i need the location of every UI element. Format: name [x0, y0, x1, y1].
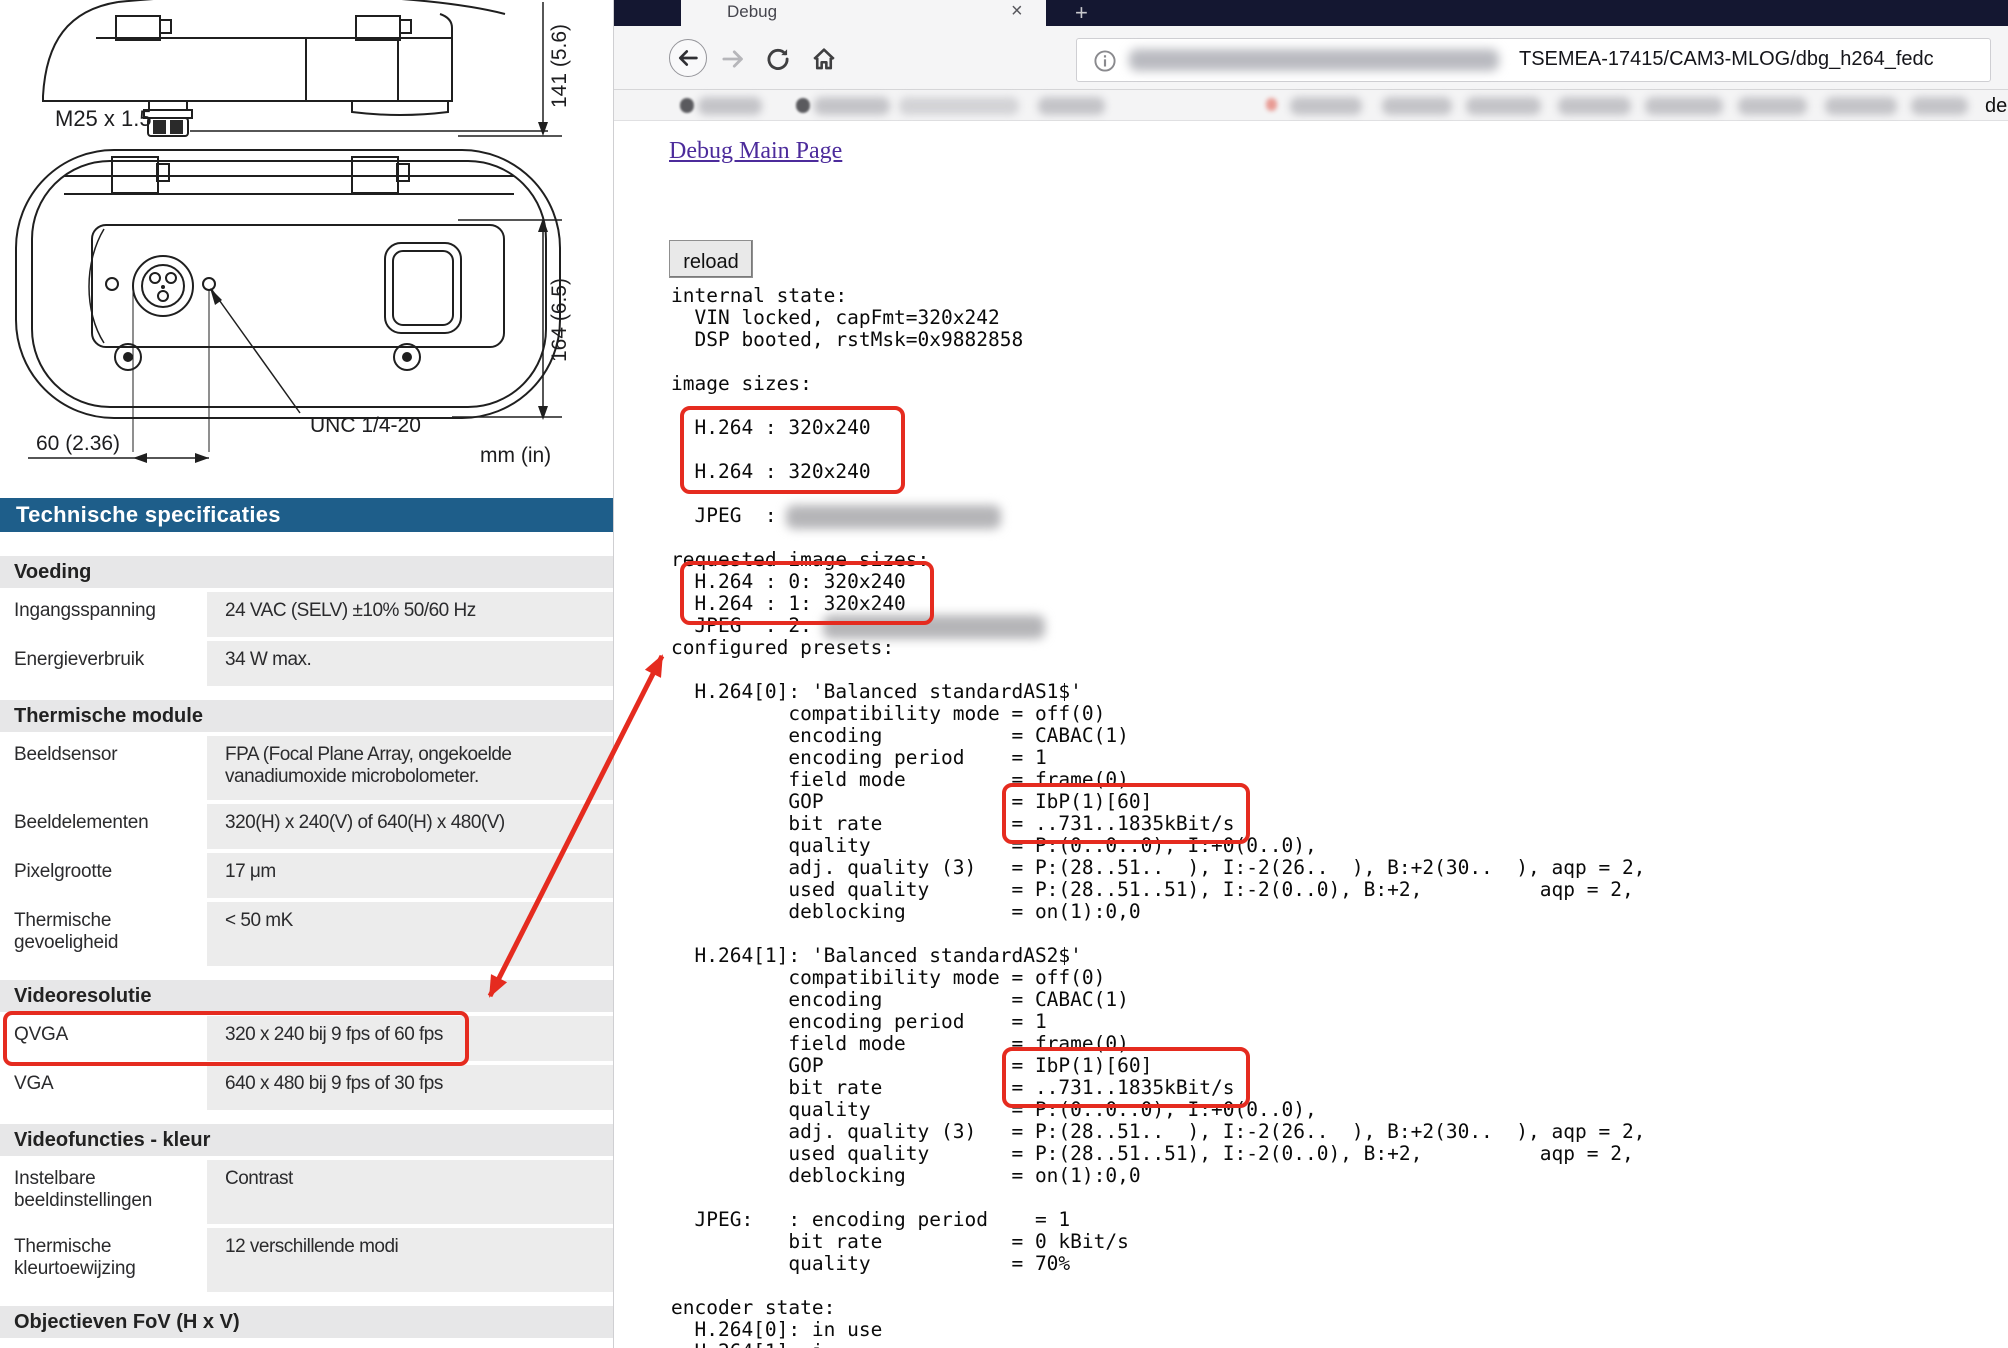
bookmark-item[interactable] [814, 97, 890, 115]
reload-page-button[interactable]: reload [669, 240, 753, 278]
debug-main-page-link[interactable]: Debug Main Page [669, 138, 842, 165]
spec-section-videoresolutie: Videoresolutie QVGA 320 x 240 bij 9 fps … [0, 980, 613, 1110]
tab-debug[interactable]: Debug × [681, 0, 1046, 26]
thread-dimension-label: UNC 1/4-20 [310, 414, 421, 438]
home-icon [811, 46, 837, 72]
spec-table-title: Technische specificaties [0, 498, 613, 532]
screenshot-root: M25 x 1.5 141 (5.6) 164 (6.5) 60 (2.36) … [0, 0, 2008, 1348]
forward-arrow-icon [720, 46, 746, 72]
reload-button-toolbar[interactable] [765, 46, 791, 72]
bookmark-item[interactable] [1038, 97, 1105, 115]
spec-value: 17 μm [207, 853, 613, 898]
bookmark-item[interactable] [1382, 97, 1452, 115]
spec-section-videofuncties: Videofuncties - kleur Instelbare beeldin… [0, 1124, 613, 1292]
bookmarks-bar: de [614, 90, 2008, 121]
spec-row: Energieverbruik 34 W max. [0, 641, 613, 686]
spec-label: Ingangsspanning [0, 592, 203, 637]
tab-title: Debug [727, 2, 777, 22]
browser-window: Debug × + [613, 0, 2008, 1348]
spec-label: Beeldsensor [0, 736, 203, 800]
spec-table: Voeding Ingangsspanning 24 VAC (SELV) ±1… [0, 556, 613, 1338]
forward-button[interactable] [720, 46, 746, 72]
new-tab-icon[interactable]: + [1075, 0, 1088, 26]
spec-label: QVGA [0, 1016, 203, 1061]
spec-section-objectieven: Objectieven FoV (H x V) [0, 1306, 613, 1338]
section-header: Objectieven FoV (H x V) [0, 1306, 613, 1338]
home-button[interactable] [811, 46, 837, 72]
bookmark-item[interactable] [1645, 97, 1723, 115]
redacted-jpeg-id [823, 615, 1045, 639]
spec-value: FPA (Focal Plane Array, ongekoelde vanad… [207, 736, 613, 800]
length-dimension-label: 141 (5.6) [548, 8, 572, 108]
back-button[interactable] [669, 39, 707, 77]
bookmark-item[interactable] [1738, 97, 1807, 115]
bookmark-folder-icon[interactable] [796, 98, 810, 113]
bookmark-item[interactable] [1911, 97, 1968, 115]
spec-row: Ingangsspanning 24 VAC (SELV) ±10% 50/60… [0, 592, 613, 637]
spec-value: 640 x 480 bij 9 fps of 30 fps [207, 1065, 613, 1110]
bookmark-folder-icon[interactable] [680, 98, 694, 113]
bookmark-item[interactable] [1825, 97, 1897, 115]
tab-close-icon[interactable]: × [1011, 0, 1023, 23]
spec-value: 24 VAC (SELV) ±10% 50/60 Hz [207, 592, 613, 637]
gland-dimension-label: M25 x 1.5 [55, 106, 152, 132]
spec-value: 12 verschillende modi [207, 1228, 613, 1292]
spec-row: Instelbare beeldinstellingen Contrast [0, 1160, 613, 1224]
spec-label: Energieverbruik [0, 641, 203, 686]
navigation-toolbar: TSEMEA-17415/CAM3-MLOG/dbg_h264_fedc [614, 26, 2008, 90]
spec-row: Beeldelementen 320(H) x 240(V) of 640(H)… [0, 804, 613, 849]
url-bar[interactable]: TSEMEA-17415/CAM3-MLOG/dbg_h264_fedc [1076, 38, 1991, 82]
bookmark-item[interactable] [1558, 97, 1631, 115]
spec-row: Pixelgrootte 17 μm [0, 853, 613, 898]
housing-line-drawings [0, 0, 613, 480]
spec-row-vga: VGA 640 x 480 bij 9 fps of 30 fps [0, 1065, 613, 1110]
bookmark-item[interactable] [899, 97, 1019, 115]
spec-label: Thermische gevoeligheid [0, 902, 203, 966]
bookmark-item-cutoff[interactable]: de [1985, 95, 2007, 118]
spec-row: Thermische kleurtoewijzing 12 verschille… [0, 1228, 613, 1292]
page-info-icon[interactable] [1093, 49, 1117, 73]
height-dimension-label: 164 (6.5) [548, 232, 572, 362]
bookmark-item[interactable] [698, 97, 762, 115]
spec-label: Beeldelementen [0, 804, 203, 849]
spec-label: VGA [0, 1065, 203, 1110]
section-header: Voeding [0, 556, 613, 588]
url-visible-text: TSEMEA-17415/CAM3-MLOG/dbg_h264_fedc [1519, 48, 1934, 71]
spec-label: Thermische kleurtoewijzing [0, 1228, 203, 1292]
spec-label: Pixelgrootte [0, 853, 203, 898]
spec-section-thermische-module: Thermische module Beeldsensor FPA (Focal… [0, 700, 613, 966]
units-label: mm (in) [480, 444, 551, 468]
reload-icon [765, 46, 791, 72]
debug-output-text: internal state: VIN locked, capFmt=320x2… [671, 285, 1645, 1348]
tab-strip: Debug × + [614, 0, 2008, 26]
section-header: Videofuncties - kleur [0, 1124, 613, 1156]
spec-row: Thermische gevoeligheid < 50 mK [0, 902, 613, 966]
spec-row: Beeldsensor FPA (Focal Plane Array, onge… [0, 736, 613, 800]
section-header: Videoresolutie [0, 980, 613, 1012]
spec-row-qvga: QVGA 320 x 240 bij 9 fps of 60 fps [0, 1016, 613, 1061]
bookmark-favicon[interactable] [1266, 98, 1277, 111]
spec-section-voeding: Voeding Ingangsspanning 24 VAC (SELV) ±1… [0, 556, 613, 686]
bookmark-item[interactable] [1466, 97, 1541, 115]
redacted-url-text [1129, 49, 1499, 71]
spec-value: 320 x 240 bij 9 fps of 60 fps [207, 1016, 613, 1061]
datasheet-panel: M25 x 1.5 141 (5.6) 164 (6.5) 60 (2.36) … [0, 0, 613, 1348]
back-arrow-icon [676, 46, 700, 70]
section-header: Thermische module [0, 700, 613, 732]
spec-value: < 50 mK [207, 902, 613, 966]
page-content: Debug Main Page reload internal state: V… [614, 121, 2008, 1348]
spec-value: 320(H) x 240(V) of 640(H) x 480(V) [207, 804, 613, 849]
redacted-jpeg-id [786, 505, 1001, 529]
spec-value: 34 W max. [207, 641, 613, 686]
spec-value: Contrast [207, 1160, 613, 1224]
hole-spacing-dimension-label: 60 (2.36) [36, 432, 120, 456]
spec-label: Instelbare beeldinstellingen [0, 1160, 203, 1224]
bookmark-item[interactable] [1290, 97, 1362, 115]
